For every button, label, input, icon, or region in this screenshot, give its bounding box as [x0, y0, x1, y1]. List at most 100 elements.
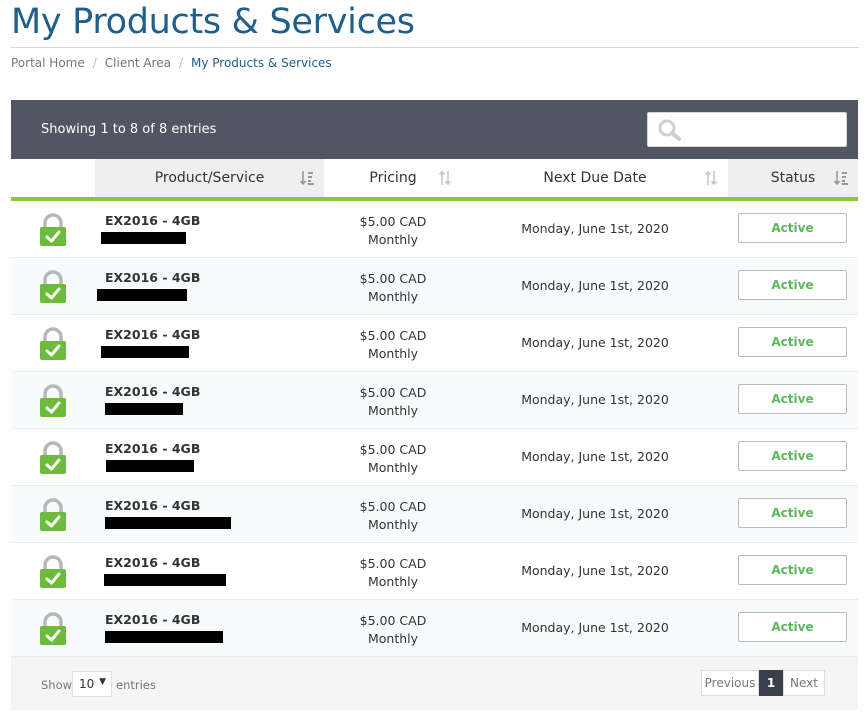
- status-badge[interactable]: Active: [738, 612, 847, 642]
- status-badge[interactable]: Active: [738, 555, 847, 585]
- lock-check-icon: [39, 498, 67, 536]
- lock-check-icon: [39, 612, 67, 650]
- billing-cycle: Monthly: [367, 460, 419, 475]
- column-header-status[interactable]: Status: [728, 159, 858, 201]
- next-due-date: Monday, June 1st, 2020: [521, 392, 669, 407]
- page-1-button[interactable]: 1: [759, 670, 783, 696]
- title-divider: [11, 47, 859, 48]
- product-name[interactable]: EX2016 - 4GB: [105, 327, 200, 342]
- sort-icon: [438, 170, 452, 190]
- redacted-domain: [104, 574, 226, 586]
- lock-check-icon: [39, 270, 67, 308]
- redacted-domain: [101, 232, 186, 244]
- price-amount: $5.00 CAD: [359, 271, 427, 286]
- column-header-label: Next Due Date: [543, 170, 647, 186]
- redacted-domain: [105, 403, 183, 415]
- table-row[interactable]: EX2016 - 4GB $5.00 CAD Monthly Monday, June…: [11, 486, 858, 543]
- status-badge[interactable]: Active: [738, 384, 847, 414]
- lock-check-icon: [39, 555, 67, 593]
- next-due-date: Monday, June 1st, 2020: [521, 563, 669, 578]
- product-name[interactable]: EX2016 - 4GB: [105, 612, 200, 627]
- column-header-label: Product/Service: [154, 170, 265, 186]
- product-name[interactable]: EX2016 - 4GB: [105, 441, 200, 456]
- redacted-domain: [105, 631, 223, 643]
- lock-check-icon: [39, 213, 67, 251]
- status-badge[interactable]: Active: [738, 498, 847, 528]
- entries-per-page-select[interactable]: 10 ▼: [72, 671, 112, 697]
- table-row[interactable]: EX2016 - 4GB $5.00 CAD Monthly Monday, June…: [11, 429, 858, 486]
- status-badge[interactable]: Active: [738, 270, 847, 300]
- search-icon: [658, 119, 682, 145]
- column-header-product[interactable]: Product/Service: [95, 159, 324, 201]
- search-box[interactable]: [647, 112, 847, 147]
- search-input[interactable]: [688, 119, 842, 141]
- redacted-domain: [105, 517, 231, 529]
- price-amount: $5.00 CAD: [359, 214, 427, 229]
- price-amount: $5.00 CAD: [359, 385, 427, 400]
- table-row[interactable]: EX2016 - 4GB $5.00 CAD Monthly Monday, June…: [11, 600, 858, 657]
- pricing-cell: $5.00 CAD Monthly: [324, 441, 462, 477]
- column-header-icon: [11, 159, 95, 201]
- breadcrumb-current: My Products & Services: [191, 56, 332, 70]
- table-toolbar: Showing 1 to 8 of 8 entries: [11, 100, 858, 159]
- breadcrumb-separator: /: [178, 56, 183, 70]
- price-amount: $5.00 CAD: [359, 328, 427, 343]
- next-due-date: Monday, June 1st, 2020: [521, 449, 669, 464]
- status-badge[interactable]: Active: [738, 441, 847, 471]
- sort-desc-icon: [833, 170, 848, 190]
- pagination: Previous 1 Next: [701, 670, 825, 696]
- status-badge[interactable]: Active: [738, 213, 847, 243]
- billing-cycle: Monthly: [367, 403, 419, 418]
- products-table-body: EX2016 - 4GB $5.00 CAD Monthly Monday, June…: [11, 201, 858, 657]
- pricing-cell: $5.00 CAD Monthly: [324, 612, 462, 648]
- previous-page-button[interactable]: Previous: [701, 670, 759, 696]
- table-row[interactable]: EX2016 - 4GB $5.00 CAD Monthly Monday, June…: [11, 258, 858, 315]
- table-row[interactable]: EX2016 - 4GB $5.00 CAD Monthly Monday, June…: [11, 372, 858, 429]
- show-label: Show: [41, 678, 73, 692]
- product-name[interactable]: EX2016 - 4GB: [105, 270, 200, 285]
- price-amount: $5.00 CAD: [359, 442, 427, 457]
- breadcrumb: Portal Home / Client Area / My Products & Se…: [11, 56, 332, 70]
- next-due-date: Monday, June 1st, 2020: [521, 278, 669, 293]
- next-page-button[interactable]: Next: [783, 670, 825, 696]
- pricing-cell: $5.00 CAD Monthly: [324, 555, 462, 591]
- redacted-domain: [97, 289, 187, 301]
- billing-cycle: Monthly: [367, 289, 419, 304]
- product-name[interactable]: EX2016 - 4GB: [105, 213, 200, 228]
- price-amount: $5.00 CAD: [359, 613, 427, 628]
- caret-down-icon: ▼: [99, 677, 106, 687]
- product-name[interactable]: EX2016 - 4GB: [105, 384, 200, 399]
- breadcrumb-client-area[interactable]: Client Area: [105, 56, 171, 70]
- billing-cycle: Monthly: [367, 574, 419, 589]
- product-name[interactable]: EX2016 - 4GB: [105, 498, 200, 513]
- status-badge[interactable]: Active: [738, 327, 847, 357]
- next-due-date: Monday, June 1st, 2020: [521, 506, 669, 521]
- next-due-date: Monday, June 1st, 2020: [521, 620, 669, 635]
- entries-label: entries: [116, 678, 156, 692]
- pricing-cell: $5.00 CAD Monthly: [324, 213, 462, 249]
- next-due-date: Monday, June 1st, 2020: [521, 335, 669, 350]
- table-row[interactable]: EX2016 - 4GB $5.00 CAD Monthly Monday, June…: [11, 315, 858, 372]
- breadcrumb-portal-home[interactable]: Portal Home: [11, 56, 85, 70]
- column-header-due-date[interactable]: Next Due Date: [462, 159, 728, 201]
- next-due-date: Monday, June 1st, 2020: [521, 221, 669, 236]
- sort-desc-icon: [299, 170, 314, 190]
- column-header-label: Status: [770, 170, 816, 186]
- table-row[interactable]: EX2016 - 4GB $5.00 CAD Monthly Monday, June…: [11, 201, 858, 258]
- pricing-cell: $5.00 CAD Monthly: [324, 270, 462, 306]
- price-amount: $5.00 CAD: [359, 556, 427, 571]
- table-column-headers: Product/Service Pricing Next Due Date St…: [11, 159, 858, 201]
- pricing-cell: $5.00 CAD Monthly: [324, 498, 462, 534]
- redacted-domain: [106, 460, 194, 472]
- pricing-cell: $5.00 CAD Monthly: [324, 327, 462, 363]
- lock-check-icon: [39, 327, 67, 365]
- entries-info: Showing 1 to 8 of 8 entries: [41, 122, 217, 137]
- column-header-label: Pricing: [369, 170, 417, 186]
- table-footer: Show 10 ▼ entries Previous 1 Next: [11, 657, 858, 710]
- pricing-cell: $5.00 CAD Monthly: [324, 384, 462, 420]
- column-header-pricing[interactable]: Pricing: [324, 159, 462, 201]
- product-name[interactable]: EX2016 - 4GB: [105, 555, 200, 570]
- page-title: My Products & Services: [11, 2, 415, 42]
- billing-cycle: Monthly: [367, 346, 419, 361]
- table-row[interactable]: EX2016 - 4GB $5.00 CAD Monthly Monday, June…: [11, 543, 858, 600]
